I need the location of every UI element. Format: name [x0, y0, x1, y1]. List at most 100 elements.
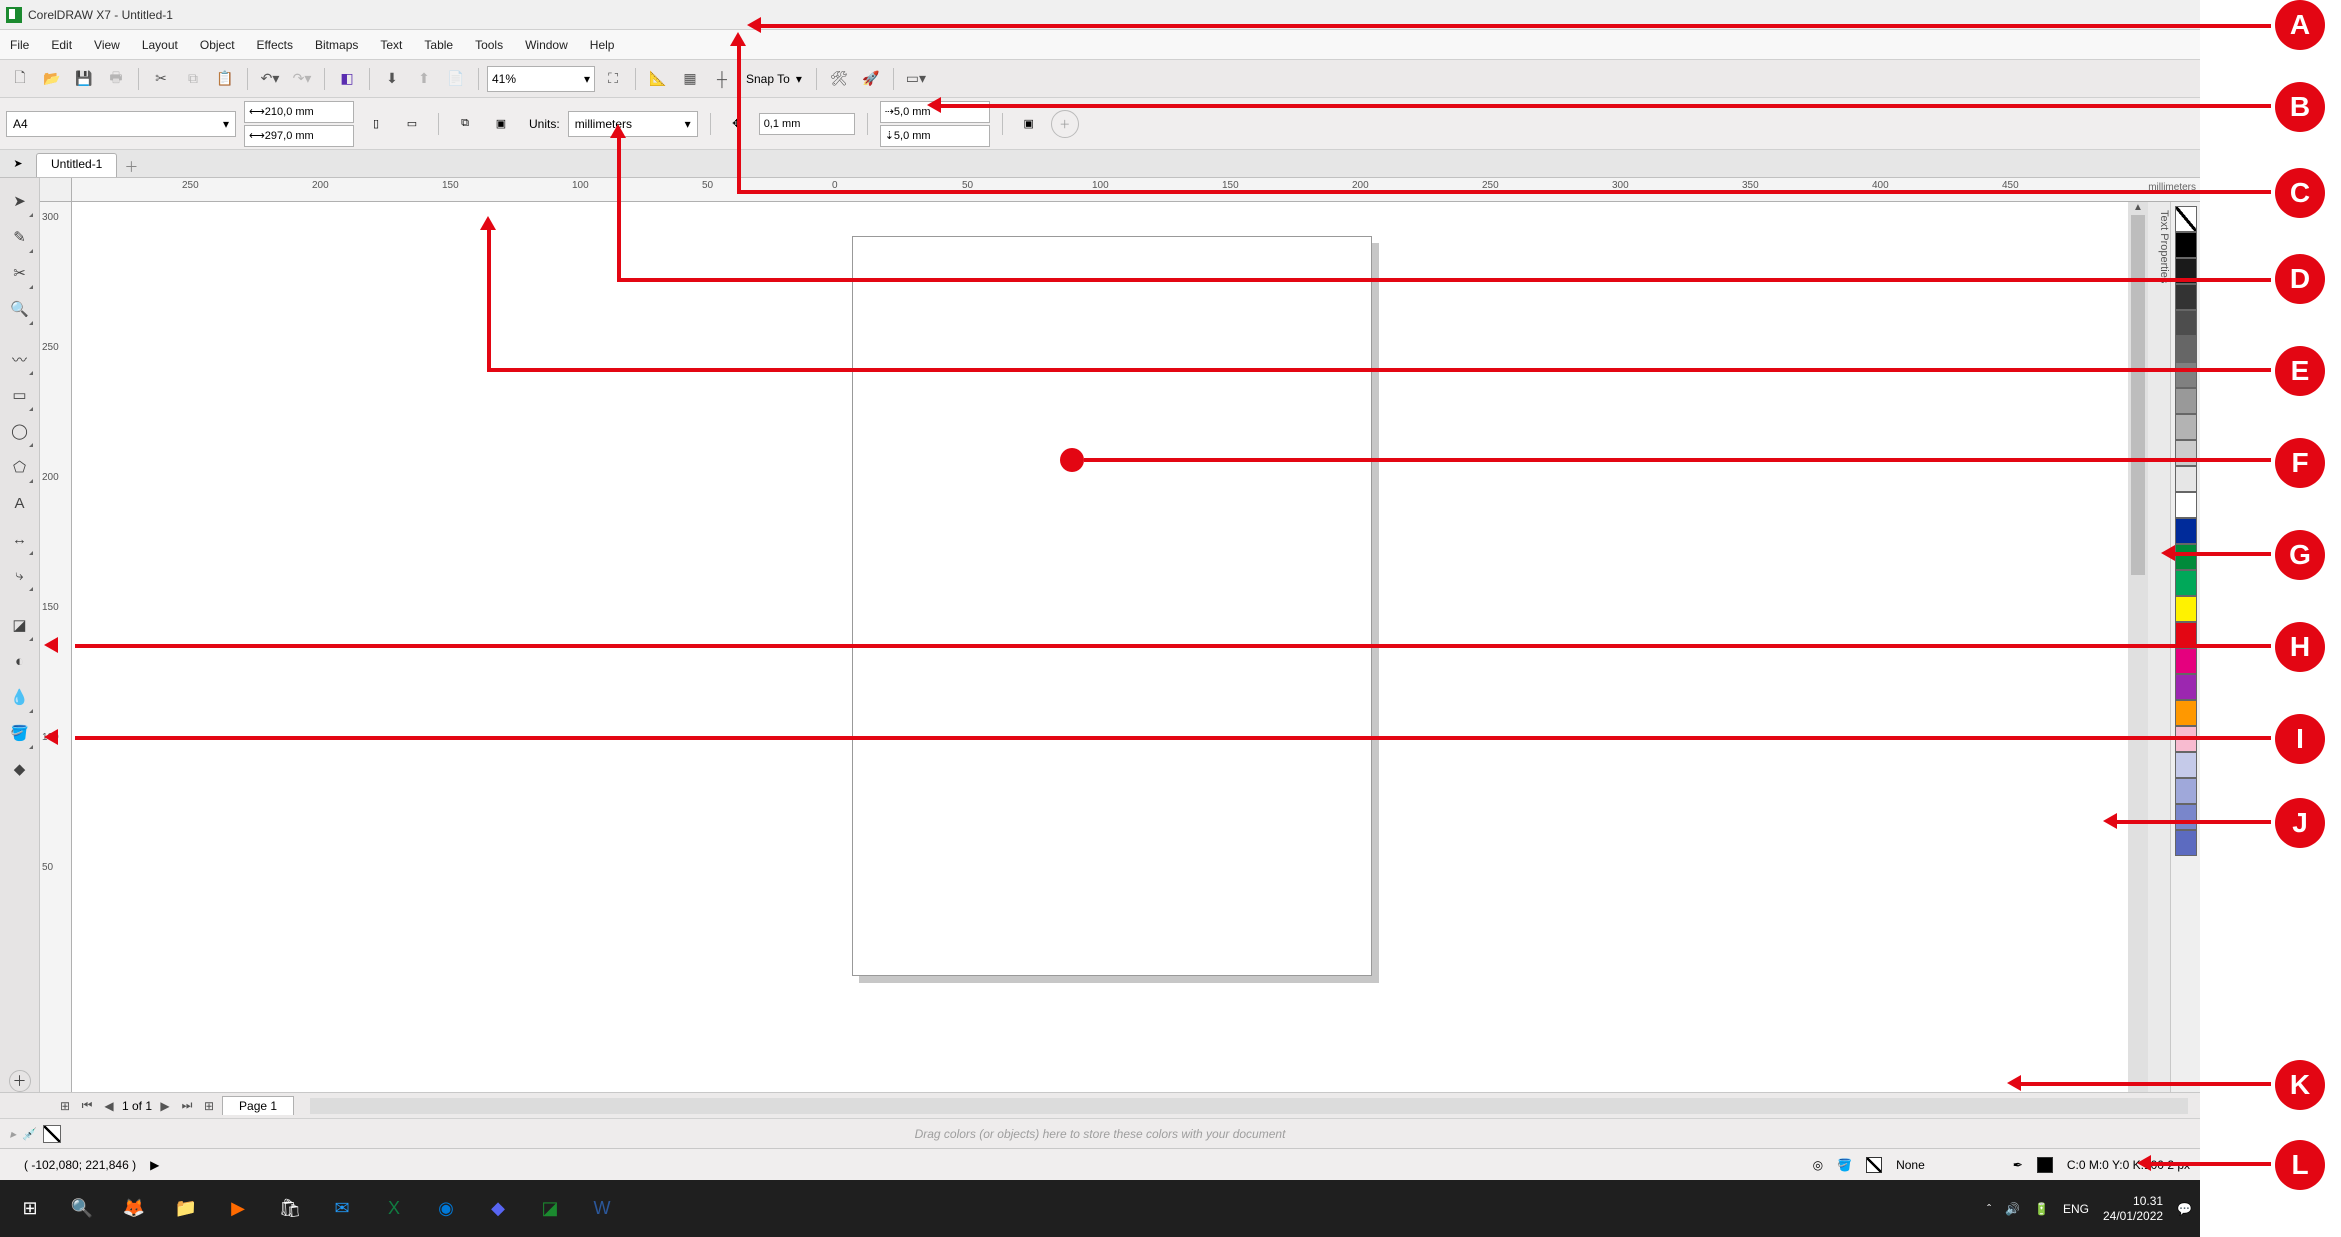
menu-table[interactable]: Table: [420, 36, 457, 54]
redo-button[interactable]: ↷▾: [288, 65, 316, 93]
swatch-lavender4[interactable]: [2175, 830, 2197, 856]
pick-tool-icon[interactable]: ➤: [6, 152, 30, 174]
zoom-level-combo[interactable]: 41% ▾: [487, 66, 595, 92]
language-indicator[interactable]: ENG: [2063, 1202, 2089, 1216]
drop-shadow-tool[interactable]: ◪: [6, 608, 34, 642]
page-height-input[interactable]: ⟷ 297,0 mm: [244, 125, 354, 147]
system-clock[interactable]: 10.31 24/01/2022: [2103, 1194, 2163, 1223]
open-button[interactable]: 📂: [38, 65, 66, 93]
shape-tool[interactable]: ✎: [6, 220, 34, 254]
next-page-button[interactable]: ▶: [156, 1097, 174, 1115]
options-button[interactable]: 🛠: [825, 65, 853, 93]
eyedropper-icon[interactable]: 💉: [22, 1127, 37, 1141]
show-guidelines-button[interactable]: ┼: [708, 65, 736, 93]
launch-button[interactable]: 🚀: [857, 65, 885, 93]
print-button[interactable]: 🖶: [102, 65, 130, 93]
swatch-lavender1[interactable]: [2175, 752, 2197, 778]
media-player-icon[interactable]: ▶: [216, 1187, 260, 1231]
zoom-tool[interactable]: 🔍: [6, 292, 34, 326]
search-button[interactable]: 🔍: [60, 1187, 104, 1231]
swatch-magenta[interactable]: [2175, 648, 2197, 674]
treat-as-filled-button[interactable]: ▣: [1015, 110, 1043, 138]
swatch-green[interactable]: [2175, 570, 2197, 596]
search-content-button[interactable]: ◧: [333, 65, 361, 93]
swatch-yellow[interactable]: [2175, 596, 2197, 622]
eyedropper-tool[interactable]: 💧: [6, 680, 34, 714]
outline-pen-button[interactable]: ▭▾: [902, 65, 930, 93]
swatch-none[interactable]: [2175, 206, 2197, 232]
menu-view[interactable]: View: [90, 36, 124, 54]
dimension-tool[interactable]: ↔: [6, 522, 34, 556]
volume-icon[interactable]: 🔊: [2005, 1202, 2020, 1216]
units-combo[interactable]: millimeters▾: [568, 111, 698, 137]
add-preset-button[interactable]: ＋: [1051, 110, 1079, 138]
landscape-button[interactable]: ▭: [398, 110, 426, 138]
menu-bitmaps[interactable]: Bitmaps: [311, 36, 362, 54]
coreldraw-taskbar-icon[interactable]: ◪: [528, 1187, 572, 1231]
crop-tool[interactable]: ✂: [6, 256, 34, 290]
show-rulers-button[interactable]: 📐: [644, 65, 672, 93]
swatch-purple[interactable]: [2175, 674, 2197, 700]
menu-window[interactable]: Window: [521, 36, 572, 54]
publish-pdf-button[interactable]: 📄: [442, 65, 470, 93]
save-button[interactable]: 💾: [70, 65, 98, 93]
freehand-tool[interactable]: 〰: [6, 342, 34, 376]
swatch-gray70[interactable]: [2175, 310, 2197, 336]
page-tab[interactable]: Page 1: [222, 1096, 294, 1115]
excel-icon[interactable]: X: [372, 1187, 416, 1231]
menu-file[interactable]: File: [6, 36, 33, 54]
file-explorer-icon[interactable]: 📁: [164, 1187, 208, 1231]
new-button[interactable]: 🗋: [6, 65, 34, 93]
nudge-distance-input[interactable]: 0,1 mm: [759, 113, 855, 135]
interactive-fill-tool[interactable]: 🪣: [6, 716, 34, 750]
polygon-tool[interactable]: ⬠: [6, 450, 34, 484]
doc-swatch-none[interactable]: [43, 1125, 61, 1143]
firefox-icon[interactable]: 🦊: [112, 1187, 156, 1231]
outline-pen-icon[interactable]: ✒: [2013, 1158, 2023, 1172]
connector-tool[interactable]: ⤷: [6, 558, 34, 592]
swatch-gray50[interactable]: [2175, 362, 2197, 388]
add-page-after-button[interactable]: ⊞: [200, 1097, 218, 1115]
ruler-origin[interactable]: [40, 178, 72, 202]
smart-fill-tool[interactable]: ◆: [6, 752, 34, 786]
portrait-button[interactable]: ▯: [362, 110, 390, 138]
undo-button[interactable]: ↶▾: [256, 65, 284, 93]
swatch-gray10[interactable]: [2175, 466, 2197, 492]
pick-tool[interactable]: ➤: [6, 184, 34, 218]
app-icon-generic[interactable]: ◆: [476, 1187, 520, 1231]
swatch-black[interactable]: [2175, 232, 2197, 258]
last-page-button[interactable]: ⏭: [178, 1097, 196, 1115]
menu-tools[interactable]: Tools: [471, 36, 507, 54]
copy-button[interactable]: ⧉: [179, 65, 207, 93]
swatch-gray30[interactable]: [2175, 414, 2197, 440]
swatch-white[interactable]: [2175, 492, 2197, 518]
transparency-tool[interactable]: ◐: [6, 644, 34, 678]
play-icon[interactable]: ▶: [150, 1158, 159, 1172]
notifications-icon[interactable]: 💬: [2177, 1202, 2192, 1216]
swatch-lavender3[interactable]: [2175, 804, 2197, 830]
tray-chevron-icon[interactable]: ˆ: [1987, 1202, 1991, 1216]
menu-effects[interactable]: Effects: [253, 36, 297, 54]
all-pages-button[interactable]: ⧉: [451, 110, 479, 138]
vertical-scroll-thumb[interactable]: [2131, 215, 2145, 575]
swatch-blue[interactable]: [2175, 518, 2197, 544]
rectangle-tool[interactable]: ▭: [6, 378, 34, 412]
quick-customize-button[interactable]: ＋: [9, 1070, 31, 1092]
add-document-tab[interactable]: ＋: [121, 157, 141, 177]
paste-button[interactable]: 📋: [211, 65, 239, 93]
menu-edit[interactable]: Edit: [47, 36, 76, 54]
prev-page-button[interactable]: ◀: [100, 1097, 118, 1115]
horizontal-scrollbar[interactable]: [310, 1098, 2188, 1114]
edge-icon[interactable]: ◉: [424, 1187, 468, 1231]
palette-flyout-icon[interactable]: ▸: [10, 1127, 16, 1141]
word-icon[interactable]: W: [580, 1187, 624, 1231]
start-button[interactable]: ⊞: [8, 1187, 52, 1231]
menu-text[interactable]: Text: [376, 36, 406, 54]
page-width-input[interactable]: ⟷ 210,0 mm: [244, 101, 354, 123]
add-page-button[interactable]: ⊞: [56, 1097, 74, 1115]
swatch-darkgreen[interactable]: [2175, 544, 2197, 570]
show-grid-button[interactable]: ▦: [676, 65, 704, 93]
document-palette[interactable]: ▸ 💉 Drag colors (or objects) here to sto…: [0, 1118, 2200, 1148]
export-button[interactable]: ⬆: [410, 65, 438, 93]
swatch-gray80[interactable]: [2175, 284, 2197, 310]
